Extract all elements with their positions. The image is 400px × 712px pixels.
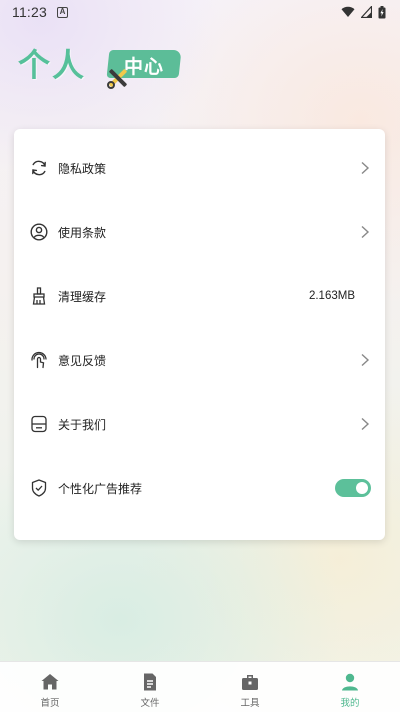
about-us-item[interactable]: 关于我们 [14, 392, 385, 456]
feedback-item[interactable]: 意见反馈 [14, 328, 385, 392]
wifi-icon [341, 6, 355, 18]
bottom-nav: 首页 文件 工具 我的 [0, 661, 400, 712]
signal-icon [361, 6, 372, 18]
nav-files[interactable]: 文件 [100, 662, 200, 712]
page-title: 个人 [18, 46, 87, 84]
clear-cache-item[interactable]: 清理缓存 2.163MB [14, 264, 385, 328]
home-icon [41, 674, 59, 690]
personalized-ads-toggle[interactable] [335, 479, 371, 497]
feedback-label: 意见反馈 [58, 353, 107, 368]
chevron-right-icon [361, 225, 370, 239]
nav-mine[interactable]: 我的 [300, 662, 400, 712]
shield-check-icon [29, 478, 49, 498]
info-box-icon [29, 414, 49, 434]
toggle-knob [356, 482, 368, 494]
personalized-ads-item: 个性化广告推荐 [14, 456, 385, 520]
nav-tools[interactable]: 工具 [200, 662, 300, 712]
document-icon [144, 673, 156, 691]
user-circle-icon [29, 222, 49, 242]
chevron-right-icon [361, 417, 370, 431]
sync-icon [29, 158, 49, 178]
nav-tools-label: 工具 [240, 698, 260, 709]
wrench-icon [107, 69, 127, 89]
status-bar: 11:23 A [0, 0, 400, 24]
nav-home[interactable]: 首页 [0, 662, 100, 712]
notification-icon: A [57, 6, 68, 18]
title-badge-text: 中心 [124, 56, 165, 78]
chevron-right-icon [361, 353, 370, 367]
privacy-policy-label: 隐私政策 [58, 161, 107, 176]
touch-icon [29, 350, 49, 370]
chevron-right-icon [361, 161, 370, 175]
clear-cache-label: 清理缓存 [58, 289, 107, 304]
personalized-ads-label: 个性化广告推荐 [58, 481, 143, 496]
nav-files-label: 文件 [140, 698, 160, 709]
brush-icon [29, 286, 49, 306]
battery-icon [378, 5, 386, 18]
about-us-label: 关于我们 [58, 417, 107, 432]
nav-mine-label: 我的 [340, 698, 360, 709]
settings-card: 隐私政策 使用条款 清理缓存 2.163MB 意见反馈 关于我们 个性化广告推荐 [14, 129, 385, 540]
privacy-policy-item[interactable]: 隐私政策 [14, 136, 385, 200]
person-icon [342, 673, 358, 691]
toolbox-icon [242, 675, 258, 690]
status-time: 11:23 [12, 4, 47, 20]
cache-size-value: 2.163MB [308, 290, 355, 302]
terms-of-use-label: 使用条款 [58, 225, 107, 240]
page-title-logo: 个人 中心 [18, 38, 182, 90]
nav-home-label: 首页 [40, 698, 60, 709]
terms-of-use-item[interactable]: 使用条款 [14, 200, 385, 264]
